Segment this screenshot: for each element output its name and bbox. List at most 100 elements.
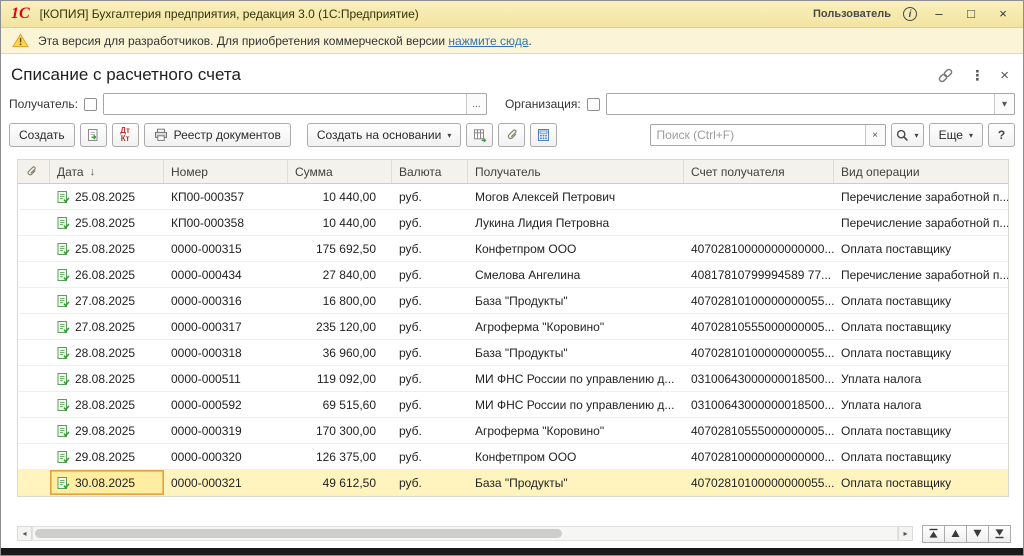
cell-date[interactable]: 25.08.2025 (50, 210, 164, 235)
cell-recipient[interactable]: МИ ФНС России по управлению д... (468, 392, 684, 417)
show-postings-button[interactable]: ДтКт (112, 123, 139, 147)
cell-currency[interactable]: руб. (392, 236, 468, 261)
cell-sum[interactable]: 69 515,60 (288, 392, 392, 417)
cell-attachments[interactable] (18, 314, 50, 339)
cell-sum[interactable]: 175 692,50 (288, 236, 392, 261)
cell-account[interactable]: 40702810000000000000... (684, 236, 834, 261)
cell-date[interactable]: 28.08.2025 (50, 392, 164, 417)
cell-number[interactable]: 0000-000318 (164, 340, 288, 365)
cell-currency[interactable]: руб. (392, 418, 468, 443)
cell-sum[interactable]: 27 840,00 (288, 262, 392, 287)
cell-date[interactable]: 28.08.2025 (50, 340, 164, 365)
cell-sum[interactable]: 16 800,00 (288, 288, 392, 313)
cell-recipient[interactable]: База "Продукты" (468, 470, 684, 495)
cell-recipient[interactable]: МИ ФНС России по управлению д... (468, 366, 684, 391)
cell-account[interactable]: 40702810100000000055... (684, 288, 834, 313)
cell-date[interactable]: 28.08.2025 (50, 366, 164, 391)
column-header-attachments[interactable] (18, 160, 50, 183)
cell-currency[interactable]: руб. (392, 444, 468, 469)
cell-sum[interactable]: 49 612,50 (288, 470, 392, 495)
recipient-filter-input[interactable] (104, 94, 466, 114)
scrollbar-thumb[interactable] (35, 529, 562, 538)
org-dropdown-button[interactable]: ▾ (994, 94, 1014, 114)
cell-recipient[interactable]: Смелова Ангелина (468, 262, 684, 287)
cell-sum[interactable]: 170 300,00 (288, 418, 392, 443)
cell-operation[interactable]: Оплата поставщику (834, 340, 1008, 365)
cell-number[interactable]: КП00-000357 (164, 184, 288, 209)
cell-currency[interactable]: руб. (392, 340, 468, 365)
cell-account[interactable]: 40817810799994589 77... (684, 262, 834, 287)
cell-attachments[interactable] (18, 236, 50, 261)
cell-sum[interactable]: 235 120,00 (288, 314, 392, 339)
cell-currency[interactable]: руб. (392, 210, 468, 235)
cell-operation[interactable]: Оплата поставщику (834, 470, 1008, 495)
table-row[interactable]: 29.08.2025 0000-000320 126 375,00 руб. К… (18, 444, 1008, 470)
minimize-button[interactable]: – (929, 4, 949, 24)
search-input[interactable] (651, 125, 865, 145)
cell-operation[interactable]: Перечисление заработной п... (834, 184, 1008, 209)
user-menu[interactable]: Пользователь (813, 8, 891, 20)
cell-operation[interactable]: Оплата поставщику (834, 314, 1008, 339)
cell-date[interactable]: 29.08.2025 (50, 444, 164, 469)
page-down-button[interactable] (966, 525, 989, 543)
table-row[interactable]: 30.08.2025 0000-000321 49 612,50 руб. Ба… (18, 470, 1008, 496)
recipient-filter-checkbox[interactable] (84, 98, 97, 111)
table-row[interactable]: 28.08.2025 0000-000592 69 515,60 руб. МИ… (18, 392, 1008, 418)
cell-operation[interactable]: Уплата налога (834, 366, 1008, 391)
close-form-button[interactable]: × (1000, 67, 1009, 84)
info-icon[interactable]: i (903, 7, 917, 21)
column-header-number[interactable]: Номер (164, 160, 288, 183)
help-button[interactable]: ? (988, 123, 1015, 147)
cell-account[interactable]: 03100643000000018500... (684, 366, 834, 391)
recipient-choose-button[interactable]: ... (466, 94, 486, 114)
cell-date[interactable]: 27.08.2025 (50, 314, 164, 339)
column-header-currency[interactable]: Валюта (392, 160, 468, 183)
cell-number[interactable]: 0000-000321 (164, 470, 288, 495)
scroll-left-button[interactable]: ◂ (17, 526, 32, 541)
table-row[interactable]: 27.08.2025 0000-000317 235 120,00 руб. А… (18, 314, 1008, 340)
cell-sum[interactable]: 36 960,00 (288, 340, 392, 365)
org-filter-input[interactable] (607, 94, 994, 114)
cell-recipient[interactable]: База "Продукты" (468, 340, 684, 365)
maximize-button[interactable]: □ (961, 4, 981, 24)
cell-account[interactable]: 40702810100000000055... (684, 470, 834, 495)
cell-number[interactable]: 0000-000319 (164, 418, 288, 443)
calculator-button[interactable] (530, 123, 557, 147)
cell-attachments[interactable] (18, 340, 50, 365)
cell-sum[interactable]: 126 375,00 (288, 444, 392, 469)
table-row[interactable]: 25.08.2025 КП00-000357 10 440,00 руб. Мо… (18, 184, 1008, 210)
close-window-button[interactable]: × (993, 4, 1013, 24)
cell-currency[interactable]: руб. (392, 470, 468, 495)
cell-recipient[interactable]: Конфетпром ООО (468, 236, 684, 261)
cell-currency[interactable]: руб. (392, 366, 468, 391)
cell-date[interactable]: 27.08.2025 (50, 288, 164, 313)
banner-link[interactable]: нажмите сюда (448, 34, 528, 48)
table-row[interactable]: 25.08.2025 КП00-000358 10 440,00 руб. Лу… (18, 210, 1008, 236)
table-row[interactable]: 28.08.2025 0000-000511 119 092,00 руб. М… (18, 366, 1008, 392)
cell-account[interactable]: 40702810555000000005... (684, 314, 834, 339)
cell-number[interactable]: 0000-000320 (164, 444, 288, 469)
table-row[interactable]: 28.08.2025 0000-000318 36 960,00 руб. Ба… (18, 340, 1008, 366)
cell-account[interactable]: 03100643000000018500... (684, 392, 834, 417)
cell-date[interactable]: 29.08.2025 (50, 418, 164, 443)
cell-date[interactable]: 30.08.2025 (50, 470, 164, 495)
cell-number[interactable]: 0000-000315 (164, 236, 288, 261)
column-header-sum[interactable]: Сумма (288, 160, 392, 183)
cell-date[interactable]: 25.08.2025 (50, 184, 164, 209)
create-button[interactable]: Создать (9, 123, 75, 147)
cell-currency[interactable]: руб. (392, 314, 468, 339)
cell-recipient[interactable]: Агроферма "Коровино" (468, 418, 684, 443)
cell-operation[interactable]: Перечисление заработной п... (834, 262, 1008, 287)
search-options-button[interactable]: ▾ (891, 123, 924, 147)
table-row[interactable]: 25.08.2025 0000-000315 175 692,50 руб. К… (18, 236, 1008, 262)
cell-currency[interactable]: руб. (392, 262, 468, 287)
cell-recipient[interactable]: Конфетпром ООО (468, 444, 684, 469)
table-row[interactable]: 29.08.2025 0000-000319 170 300,00 руб. А… (18, 418, 1008, 444)
cell-number[interactable]: 0000-000434 (164, 262, 288, 287)
cell-number[interactable]: 0000-000316 (164, 288, 288, 313)
table-row[interactable]: 27.08.2025 0000-000316 16 800,00 руб. Ба… (18, 288, 1008, 314)
scroll-right-button[interactable]: ▸ (898, 526, 913, 541)
cell-currency[interactable]: руб. (392, 184, 468, 209)
cell-number[interactable]: 0000-000317 (164, 314, 288, 339)
horizontal-scrollbar[interactable] (32, 526, 898, 541)
